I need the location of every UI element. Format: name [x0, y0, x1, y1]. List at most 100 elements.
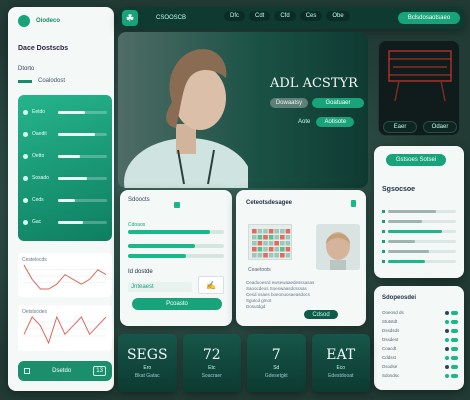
sidebar-nav-bar-fill [58, 110, 85, 114]
nav-dot-icon [23, 109, 28, 115]
stat-card[interactable]: 7 Sd Gdesetgkt [247, 334, 306, 392]
sidebar-footer[interactable]: Dsetdo 13 [18, 361, 112, 381]
signature-icon: ✍ [198, 276, 224, 294]
right-panel-row[interactable] [382, 256, 456, 266]
list-panel-title: Sdopeosdei [382, 295, 417, 301]
top-nav-item[interactable]: Ces [299, 11, 323, 21]
form-submit-button[interactable]: Pcoasto [132, 298, 222, 310]
right-panel-row[interactable] [382, 246, 456, 256]
top-nav-item[interactable]: Dfc [224, 11, 245, 21]
sheet-cell [274, 229, 279, 234]
right-row-bar [388, 259, 456, 263]
hero-button-tertiary[interactable]: Aotisote [316, 117, 355, 127]
list-item[interactable]: Dsodse [382, 362, 458, 371]
sheet-cell [263, 241, 268, 246]
hero-button-primary[interactable]: Dowaatsy [270, 98, 308, 108]
toggle-icon [451, 310, 458, 315]
right-panel-row[interactable] [382, 226, 456, 236]
sheet-cell [285, 247, 291, 252]
right-panel-title: Sgsocsoe [382, 186, 416, 193]
sheet-cell [268, 229, 274, 234]
list-item-icons [445, 337, 458, 342]
status-dot-icon [445, 373, 449, 378]
nav-dot-icon [23, 197, 28, 203]
bookmark-icon[interactable] [351, 200, 356, 207]
sidebar-title: Dace Dostscbs [18, 45, 69, 52]
article-caption: Ceaetoots [248, 267, 271, 273]
sidebar-brand[interactable]: Oiodeco [18, 15, 60, 27]
list-item-icons [445, 346, 458, 351]
sidebar-nav-item[interactable]: Eetdo [23, 101, 107, 123]
list-item[interactable]: Dssdest [382, 335, 458, 344]
form-header: Sdoocts [128, 196, 150, 204]
sidebar-nav-item[interactable]: Ceds [23, 189, 107, 211]
form-header-label: Sdoocts [128, 197, 150, 203]
form-field-label: Cdoaos [128, 222, 146, 228]
hero-link[interactable]: Aote [298, 118, 310, 126]
sidebar-nav-item[interactable]: Sosado [23, 167, 107, 189]
sheet-cell [257, 253, 263, 258]
right-panel-row[interactable] [382, 216, 456, 226]
toggle-icon [451, 346, 458, 351]
stat-card[interactable]: EAT Eco Edestdooat [311, 334, 370, 392]
hero-button-secondary[interactable]: Goatuaer [312, 98, 364, 108]
right-row-fill [388, 219, 422, 223]
sidebar-nav-bar-fill [58, 220, 83, 224]
sidebar-nav-item[interactable]: Gac [23, 211, 107, 233]
article-action-button[interactable]: Cdsod [304, 310, 338, 319]
list-item[interactable]: Sdosdsc [382, 371, 458, 380]
nav-dot-icon [23, 175, 28, 181]
sidebar-nav-bar [58, 154, 107, 158]
sheet-cell [252, 229, 257, 234]
form-status-icon [174, 202, 180, 208]
list-item[interactable]: Coacdt [382, 344, 458, 353]
list-item-icons [445, 328, 458, 333]
top-cta-button[interactable]: Bclsdosaotsaeo [398, 12, 460, 24]
promo-button-1[interactable]: Eaer [383, 121, 417, 133]
stat-value: EAT [326, 347, 356, 363]
row-marker-icon [382, 209, 385, 213]
right-chip[interactable]: Gstsoes Sotsei [386, 154, 446, 166]
list-panel: Sdopeosdei Ooeosd ds Stutstdt Dssdsds Dssde… [374, 286, 464, 390]
leaf-logo-icon[interactable]: ☘ [122, 10, 138, 26]
stat-sub: Edestdooat [328, 373, 354, 379]
list-item[interactable]: Dssdsds [382, 326, 458, 335]
stat-card[interactable]: SEGS Ero Bkat Gatac [118, 334, 177, 392]
sheet-cell [280, 241, 285, 246]
tag-marker [18, 79, 32, 83]
article-card: Ceteotsdesagee Ceaetoots Ceaduoesrd ewse… [236, 190, 366, 326]
top-nav-item[interactable]: Obe [326, 11, 350, 21]
sidebar-nav-item[interactable]: Oetto [23, 145, 107, 167]
sidebar-nav-bar [58, 110, 107, 114]
app-name: CSOOSCB [156, 15, 187, 21]
toggle-icon [451, 355, 458, 360]
sidebar-nav-item[interactable]: Oaedit [23, 123, 107, 145]
list-item[interactable]: Cddsst [382, 353, 458, 362]
row-marker-icon [382, 239, 385, 243]
right-panel-row[interactable] [382, 206, 456, 216]
form-input[interactable]: Jnteaest [128, 282, 192, 292]
list-item[interactable]: Stutstdt [382, 317, 458, 326]
brand-icon [18, 15, 30, 27]
list-item[interactable]: Ooeosd ds [382, 308, 458, 317]
portrait-image [124, 49, 248, 188]
hero-actions-row2: Aote Aotisote [298, 117, 355, 127]
right-row-fill [388, 249, 429, 253]
promo-button-2[interactable]: Odaer [423, 121, 457, 133]
form-section-title: Id dostde [128, 269, 153, 275]
list-item-label: Sdosdsc [382, 373, 400, 378]
toggle-icon [451, 319, 458, 324]
promo-panel: Eaer Odaer [378, 40, 460, 136]
right-row-fill [388, 229, 443, 233]
sheet-cell [263, 229, 268, 234]
chart-line [23, 264, 107, 290]
stat-sub: Bkat Gatac [134, 373, 160, 379]
right-panel-row[interactable] [382, 236, 456, 246]
sidebar-tag[interactable]: Coalodost [38, 77, 65, 85]
right-row-bar [388, 229, 456, 233]
list-item-label: Dssdsds [382, 328, 400, 333]
top-nav-item[interactable]: Cfd [274, 11, 296, 21]
top-nav-item[interactable]: Cdt [249, 11, 271, 21]
stat-card[interactable]: 72 Etc Soacraer [182, 334, 241, 392]
sheet-cell [274, 241, 279, 246]
